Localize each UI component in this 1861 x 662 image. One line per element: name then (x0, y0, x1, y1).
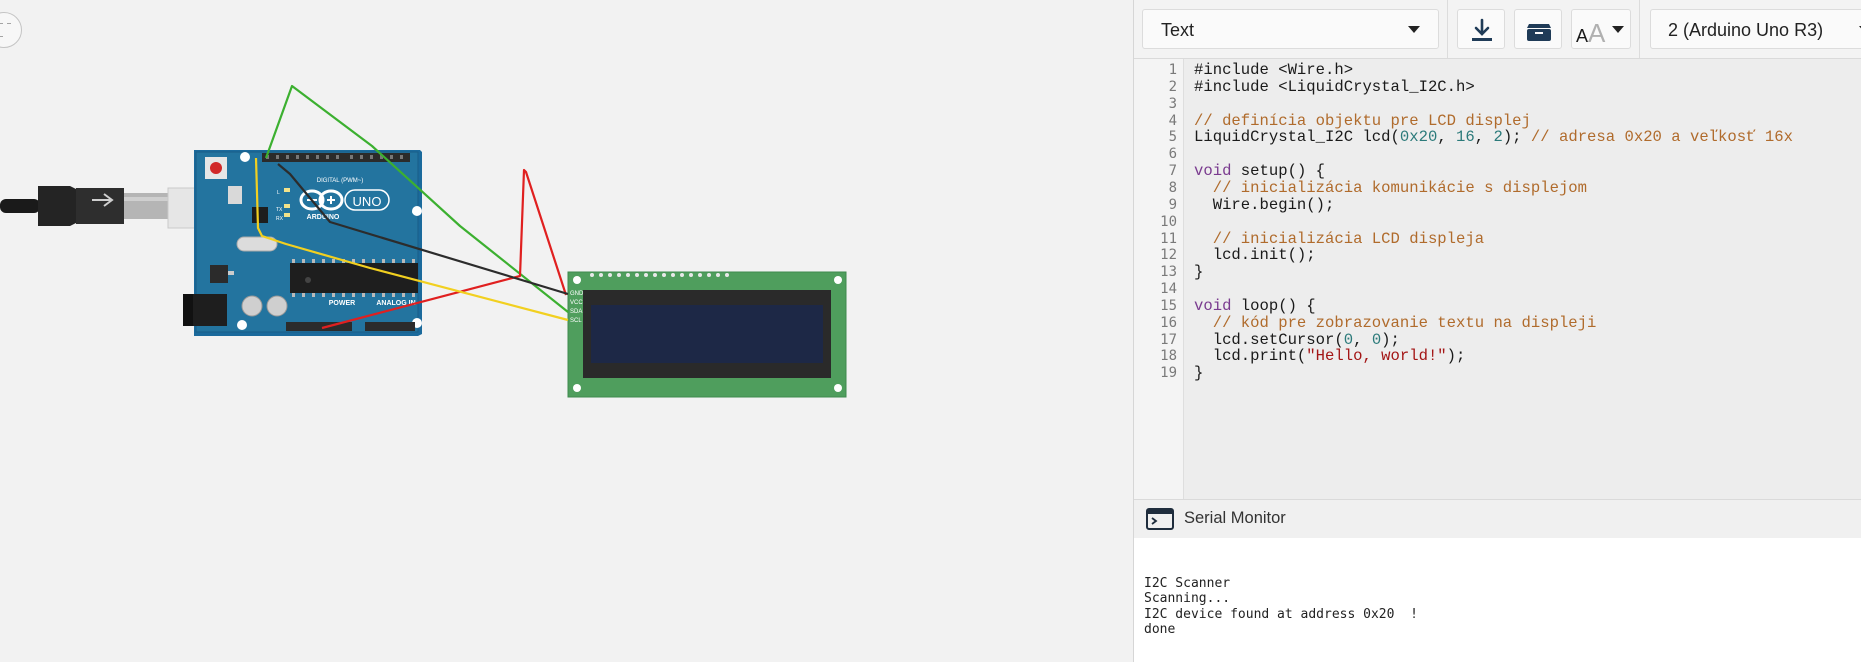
line-number: 17 (1160, 331, 1177, 348)
terminal-window-icon (1146, 508, 1174, 530)
lcd-pin-vcc: VCC (570, 300, 583, 306)
line-number: 18 (1160, 348, 1177, 365)
lcd-pin-gnd: GND (570, 291, 584, 297)
line-number: 5 (1168, 129, 1177, 146)
chevron-down-icon (1612, 26, 1624, 33)
digital-header-label: DIGITAL (PWM~) (317, 178, 364, 184)
line-number: 11 (1160, 230, 1177, 247)
line-number: 7 (1168, 163, 1177, 180)
board-model-label: UNO (353, 194, 382, 209)
svg-text:A: A (1588, 18, 1606, 48)
code-mode-dropdown[interactable]: Text (1142, 9, 1439, 49)
code-line: } (1194, 262, 1203, 282)
code-token: #include <LiquidCrystal_I2C.h> (1194, 77, 1475, 96)
lcd-pin-scl: SCL (570, 318, 582, 324)
code-token: 16 (1456, 128, 1475, 147)
line-number: 4 (1168, 112, 1177, 129)
line-number: 19 (1160, 365, 1177, 382)
circuit-canvas[interactable]: UNO ARDUINO DIGITAL (PWM~) ON TX RX L PO… (0, 0, 1133, 662)
on-led-label: ON (412, 210, 420, 216)
circuit-diagram: UNO ARDUINO DIGITAL (PWM~) ON TX RX L PO… (0, 84, 847, 398)
board-select-dropdown[interactable]: 2 (Arduino Uno R3) (1650, 9, 1861, 49)
code-token: Wire.begin(); (1194, 195, 1335, 214)
board-select-value: 2 (Arduino Uno R3) (1668, 20, 1824, 40)
lcd-screen (591, 305, 823, 363)
code-line: lcd.init(); (1194, 245, 1316, 265)
line-number: 13 (1160, 264, 1177, 281)
code-token: // adresa 0x20 a veľkosť 16x (1530, 128, 1793, 147)
code-editor-panel: Text A A 2 (Arduino Uno R3) 1 2 3 4 5 6 … (1133, 0, 1861, 662)
line-number: 16 (1160, 314, 1177, 331)
download-icon (1472, 18, 1492, 41)
serial-output-line: done (1144, 621, 1176, 637)
library-icon (1527, 24, 1551, 41)
serial-monitor-title: Serial Monitor (1184, 509, 1286, 527)
code-line: LiquidCrystal_I2C lcd(0x20, 16, 2); // a… (1194, 127, 1793, 147)
code-mode-value: Text (1161, 20, 1195, 40)
serial-output-line: I2C device found at address 0x20 ! (1144, 606, 1418, 622)
code-token: , (1437, 128, 1457, 147)
code-line: lcd.print("Hello, world!"); (1194, 346, 1466, 366)
line-number: 9 (1168, 196, 1177, 213)
line-number: 8 (1168, 179, 1177, 196)
l-led-label: L (277, 190, 280, 196)
arduino-uno-board[interactable]: UNO ARDUINO DIGITAL (PWM~) ON TX RX L PO… (183, 150, 422, 336)
line-number: 3 (1168, 95, 1177, 112)
code-token: lcd.init(); (1194, 246, 1316, 265)
code-token: 2 (1493, 128, 1503, 147)
code-token: } (1194, 364, 1204, 383)
serial-monitor-header[interactable]: Serial Monitor (1134, 499, 1861, 539)
line-number: 2 (1168, 78, 1177, 95)
code-token: LiquidCrystal_I2C lcd( (1194, 128, 1400, 147)
line-number: 6 (1168, 146, 1177, 163)
code-token: lcd.print( (1194, 347, 1307, 366)
chevron-down-icon (1408, 26, 1420, 33)
lcd-pin-sda: SDA (570, 309, 582, 315)
code-line: Wire.begin(); (1194, 195, 1335, 215)
code-token: ); (1502, 128, 1531, 147)
line-number: 12 (1160, 247, 1177, 264)
line-number: 10 (1160, 213, 1177, 230)
code-line: #include <LiquidCrystal_I2C.h> (1194, 77, 1475, 97)
svg-text:A: A (1576, 26, 1588, 46)
code-token: 0x20 (1399, 128, 1438, 147)
code-token: } (1194, 263, 1204, 282)
serial-monitor-output[interactable]: I2C Scanner Scanning... I2C device found a… (1134, 538, 1861, 662)
code-token: , (1474, 128, 1494, 147)
code-toolbar: Text A A 2 (Arduino Uno R3) (1134, 0, 1861, 59)
usb-cable[interactable] (0, 186, 229, 229)
code-token: ); (1446, 347, 1466, 366)
serial-output-line: I2C Scanner (1144, 576, 1231, 591)
code-line: } (1194, 363, 1203, 383)
line-number: 14 (1160, 281, 1177, 298)
tx-led-label: TX (276, 207, 283, 213)
serial-output-line: Scanning... (1144, 591, 1231, 607)
rx-led-label: RX (276, 216, 284, 222)
libraries-button[interactable] (1514, 9, 1562, 49)
lcd-16x2-i2c-module[interactable]: GND VCC SDA SCL (567, 271, 847, 398)
line-number-gutter: 1 2 3 4 5 6 7 8 9 10 11 12 13 14 15 16 17 18 19 (1134, 59, 1184, 499)
font-size-button[interactable]: A A (1571, 9, 1631, 49)
line-number: 15 (1160, 297, 1177, 314)
line-number: 1 (1168, 62, 1177, 78)
code-token: "Hello, world!" (1306, 347, 1447, 366)
code-editor[interactable]: 1 2 3 4 5 6 7 8 9 10 11 12 13 14 15 16 17 18 19 #include <… (1134, 59, 1861, 499)
power-header-label: POWER (329, 300, 355, 307)
download-button[interactable] (1457, 9, 1505, 49)
